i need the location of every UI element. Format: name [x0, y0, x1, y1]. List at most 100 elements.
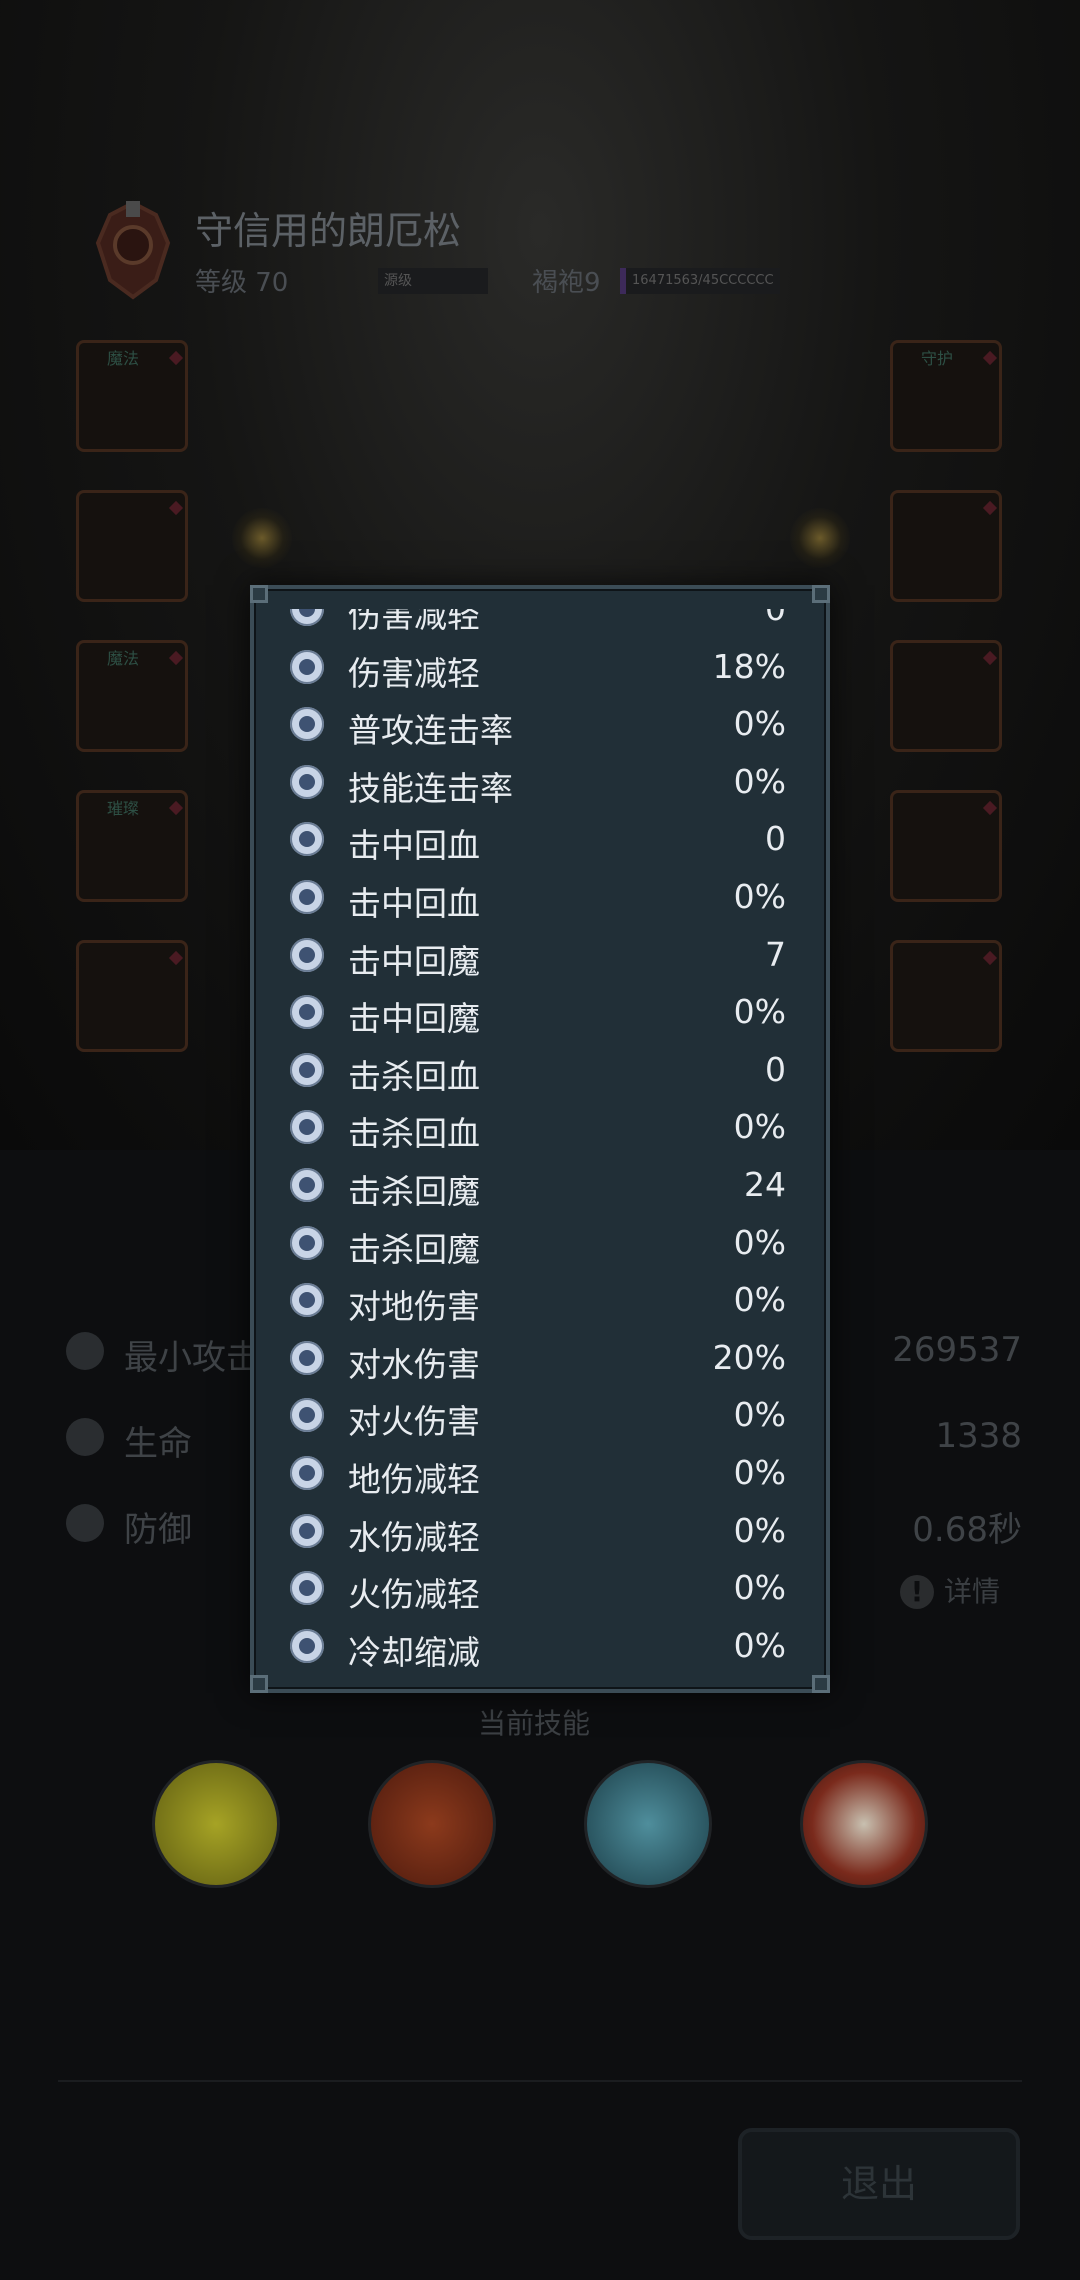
equip-slot-amulet[interactable]	[890, 790, 1002, 902]
slot-tag: 璀璨	[107, 799, 140, 818]
equip-slot-necklace[interactable]	[890, 640, 1002, 752]
details-label: 详情	[944, 1575, 1001, 1608]
attribute-row: 击杀回血 0	[280, 1040, 804, 1098]
damage-reduction-icon	[290, 609, 324, 626]
skills-title: 当前技能	[478, 1707, 591, 1740]
fire-damage-icon	[290, 1398, 324, 1433]
attribute-label: 击中回魔	[348, 941, 480, 981]
attribute-value: 0	[765, 1049, 786, 1089]
lamp-left	[232, 508, 292, 568]
hero-level: 等级 70	[195, 268, 289, 298]
attribute-row: 技能连击率 0%	[280, 752, 804, 810]
attribute-row: 击杀回魔 24	[280, 1155, 804, 1213]
attribute-value: 0%	[733, 992, 786, 1032]
attribute-label: 火伤减轻	[348, 1575, 480, 1615]
attribute-label: 击杀回魔	[348, 1171, 480, 1211]
slot-tag: 魔法	[107, 349, 140, 368]
corner-ornament	[250, 585, 268, 603]
equip-slot-helmet[interactable]: 魔法	[76, 340, 188, 452]
attribute-value: 0%	[733, 876, 786, 916]
skill-combo-icon	[290, 764, 324, 799]
exit-button[interactable]: 退出	[738, 2128, 1020, 2240]
equip-slot-weapon[interactable]: 守护	[890, 340, 1002, 452]
slot-tag: 魔法	[107, 649, 140, 668]
gem-icon	[168, 650, 184, 666]
attribute-value: 0%	[733, 1395, 786, 1435]
attribute-details-modal: 伤害减轻0伤害减轻18%普攻连击率0%技能连击率0%击中回血0击中回血0%击中回…	[250, 585, 830, 1693]
gem-icon	[168, 350, 184, 366]
kill-heal-icon	[290, 1052, 324, 1087]
equip-slot-accessory[interactable]	[890, 940, 1002, 1052]
gem-icon	[168, 500, 184, 516]
attribute-value: 0	[765, 819, 786, 859]
attribute-label: 击中回血	[348, 883, 480, 923]
burst-skill-icon[interactable]	[800, 1760, 928, 1888]
attribute-value: 0%	[733, 704, 786, 744]
attribute-list: 伤害减轻0伤害减轻18%普攻连击率0%技能连击率0%击中回血0击中回血0%击中回…	[280, 609, 804, 1671]
kill-mana-icon	[290, 1167, 324, 1202]
details-link[interactable]: ! 详情	[900, 1570, 1000, 1610]
damage-reduction-icon	[290, 649, 324, 684]
equip-slot-ring[interactable]	[890, 490, 1002, 602]
attribute-value: 0%	[733, 761, 786, 801]
attribute-row: 地伤减轻 0%	[280, 1443, 804, 1501]
water-damage-icon	[290, 1340, 324, 1375]
heart-icon	[66, 1418, 104, 1456]
attribute-row: 水伤减轻 0%	[280, 1501, 804, 1559]
attribute-value: 0%	[733, 1107, 786, 1147]
attribute-value: 0%	[733, 1568, 786, 1608]
attribute-value: 0%	[733, 1222, 786, 1262]
attribute-label: 地伤减轻	[348, 1459, 480, 1499]
attribute-label: 伤害减轻	[348, 653, 480, 693]
attribute-label: 对火伤害	[348, 1402, 480, 1442]
eye-blast-skill-icon[interactable]	[584, 1760, 712, 1888]
attribute-row: 击中回魔 0%	[280, 982, 804, 1040]
combo-icon	[290, 707, 324, 742]
lamp-right	[790, 508, 850, 568]
experience-bar: 16471563/45CCCCCC	[620, 268, 780, 294]
corner-ornament	[250, 1675, 268, 1693]
attribute-row: 冷却缩减 0%	[280, 1616, 804, 1671]
attribute-label: 伤害减轻	[348, 609, 480, 635]
hero-name: 守信用的朗厄松	[195, 209, 462, 253]
divider	[58, 2080, 1022, 2082]
bubbles-skill-icon[interactable]	[152, 1760, 280, 1888]
attribute-row: 普攻连击率 0%	[280, 694, 804, 752]
attribute-label: 普攻连击率	[348, 711, 513, 751]
gem-icon	[168, 950, 184, 966]
sword-icon	[66, 1332, 104, 1370]
attribute-label: 对地伤害	[348, 1287, 480, 1327]
attribute-label: 击中回魔	[348, 999, 480, 1039]
attribute-value: 0%	[733, 1280, 786, 1320]
attribute-value: 24	[744, 1164, 786, 1204]
hero-emblem-icon	[95, 200, 171, 300]
equip-slot-gloves[interactable]: 璀璨	[76, 790, 188, 902]
stat-label: 生命	[124, 1424, 192, 1464]
attribute-row: 击中回魔 7	[280, 925, 804, 983]
corner-ornament	[812, 585, 830, 603]
rank-bar: 源级	[378, 268, 488, 294]
attribute-label: 冷却缩减	[348, 1632, 480, 1671]
equip-slot-belt[interactable]	[76, 940, 188, 1052]
attribute-row: 伤害减轻 18%	[280, 637, 804, 695]
kill-heal-icon	[290, 1110, 324, 1145]
equip-slot-armor[interactable]	[76, 490, 188, 602]
attribute-label: 对水伤害	[348, 1344, 480, 1384]
attribute-label: 水伤减轻	[348, 1517, 480, 1557]
equip-slot-boots[interactable]: 魔法	[76, 640, 188, 752]
attribute-label: 击杀回魔	[348, 1229, 480, 1269]
gem-icon	[982, 950, 998, 966]
attribute-row: 对地伤害 0%	[280, 1270, 804, 1328]
attribute-label: 击杀回血	[348, 1114, 480, 1154]
fire-resist-icon	[290, 1571, 324, 1606]
attribute-value: 18%	[712, 646, 786, 686]
info-icon: !	[900, 1575, 934, 1609]
attribute-list-scroll[interactable]: 伤害减轻0伤害减轻18%普攻连击率0%技能连击率0%击中回血0击中回血0%击中回…	[280, 609, 804, 1671]
flame-shield-skill-icon[interactable]	[368, 1760, 496, 1888]
stat-value: 1338	[935, 1416, 1022, 1456]
gem-icon	[982, 800, 998, 816]
gem-icon	[982, 350, 998, 366]
slot-tag: 守护	[921, 349, 954, 368]
kill-mana-icon	[290, 1225, 324, 1260]
attribute-row: 伤害减轻 0	[280, 609, 804, 637]
